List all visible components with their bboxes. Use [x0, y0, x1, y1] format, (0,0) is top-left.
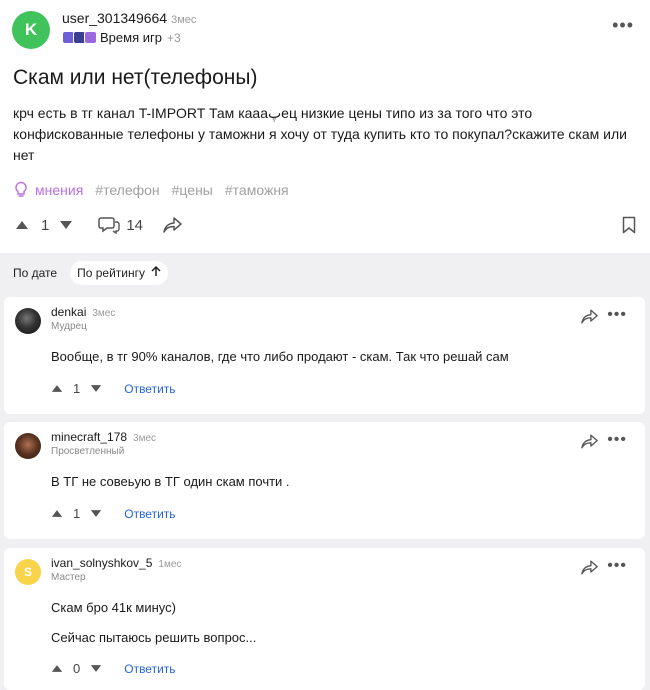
arrow-up-icon [151, 265, 161, 276]
downvote-icon[interactable] [59, 220, 73, 230]
comment-card: S ivan_solnyshkov_5 1мес Мастер ••• Скам … [4, 548, 645, 690]
commenter-line: minecraft_178 3мес [51, 430, 156, 444]
post-time: 3мес [171, 14, 197, 26]
tag-opinions[interactable]: мнения [13, 181, 83, 198]
commenter-avatar[interactable] [15, 433, 41, 459]
commenter-rank: Мастер [51, 572, 86, 583]
sort-by-date-button[interactable]: По дате [6, 261, 64, 285]
badge-icon [84, 31, 97, 44]
commenter-rank: Мудрец [51, 321, 87, 332]
sort-by-rating-button[interactable]: По рейтингу [70, 261, 169, 285]
comment-text-line-2: Сейчас пытаюсь решить вопрос... [51, 630, 257, 645]
comment-text: Скам бро 41к минус) [51, 600, 176, 615]
badge-label: Время игр [100, 30, 162, 45]
bookmark-icon[interactable] [622, 216, 636, 234]
upvote-icon[interactable] [51, 384, 63, 393]
share-icon[interactable] [581, 560, 599, 575]
reply-button[interactable]: Ответить [124, 507, 175, 521]
question-post: K user_301349664 3мес Время игр +3 ••• Ск… [0, 0, 650, 253]
tag-customs[interactable]: #таможня [225, 182, 289, 198]
tag-prices[interactable]: #цены [172, 182, 213, 198]
upvote-icon[interactable] [51, 664, 63, 673]
reply-button[interactable]: Ответить [124, 382, 175, 396]
comments-icon[interactable] [98, 216, 121, 234]
downvote-icon[interactable] [90, 384, 102, 393]
comment-card: minecraft_178 3мес Просветленный ••• В ТГ… [4, 422, 645, 539]
commenter-line: denkai 3мес [51, 305, 115, 319]
comment-text: Вообще, в тг 90% каналов, где что либо п… [51, 349, 509, 364]
upvote-icon[interactable] [51, 509, 63, 518]
commenter-username[interactable]: minecraft_178 [51, 430, 127, 444]
comments-count: 14 [126, 216, 144, 234]
post-actions: 1 14 [15, 216, 183, 234]
post-text: крч есть в тг канал T-IMPORT Там каааپец… [13, 105, 627, 163]
commenter-avatar[interactable]: S [15, 559, 41, 585]
downvote-icon[interactable] [90, 664, 102, 673]
post-votes: 1 [41, 216, 50, 234]
sort-by-rating-label: По рейтингу [77, 266, 145, 280]
tag-label: мнения [35, 181, 84, 198]
lightbulb-icon [15, 181, 27, 197]
share-icon[interactable] [581, 434, 599, 449]
more-options-icon[interactable]: ••• [607, 306, 627, 324]
more-options-icon[interactable]: ••• [607, 557, 627, 575]
comment-time: 3мес [133, 433, 157, 444]
commenter-avatar[interactable] [15, 308, 41, 334]
badge-icons [62, 31, 97, 44]
comment-card: denkai 3мес Мудрец ••• Вообще, в тг 90% к… [4, 297, 645, 414]
author-avatar[interactable]: K [12, 11, 50, 49]
commenter-username[interactable]: denkai [51, 305, 86, 319]
comment-time: 1мес [158, 559, 182, 570]
post-tags: мнения #телефон #цены #таможня [13, 181, 289, 198]
reply-button[interactable]: Ответить [124, 662, 175, 676]
comment-actions: 0 Ответить [51, 661, 176, 676]
upvote-icon[interactable] [15, 220, 29, 230]
comment-text: В ТГ не совеьую в ТГ один скам почти . [51, 474, 290, 489]
commenter-line: ivan_solnyshkov_5 1мес [51, 556, 181, 570]
more-options-icon[interactable]: ••• [612, 15, 634, 36]
share-icon[interactable] [581, 309, 599, 324]
downvote-icon[interactable] [90, 509, 102, 518]
badge-more: +3 [166, 30, 181, 45]
comment-time: 3мес [92, 308, 116, 319]
author-line: user_301349664 3мес [62, 10, 196, 26]
commenter-username[interactable]: ivan_solnyshkov_5 [51, 556, 152, 570]
more-options-icon[interactable]: ••• [607, 431, 627, 449]
comment-votes: 1 [73, 381, 81, 396]
comment-actions: 1 Ответить [51, 381, 176, 396]
author-badges[interactable]: Время игр +3 [62, 30, 181, 45]
commenter-rank: Просветленный [51, 446, 125, 457]
tag-phone[interactable]: #телефон [95, 182, 159, 198]
sort-bar: По дате По рейтингу [6, 261, 169, 285]
author-username[interactable]: user_301349664 [62, 10, 167, 26]
comment-votes: 0 [73, 661, 81, 676]
post-title: Скам или нет(телефоны) [13, 66, 258, 89]
comment-votes: 1 [73, 506, 81, 521]
comment-actions: 1 Ответить [51, 506, 176, 521]
share-icon[interactable] [163, 217, 183, 233]
